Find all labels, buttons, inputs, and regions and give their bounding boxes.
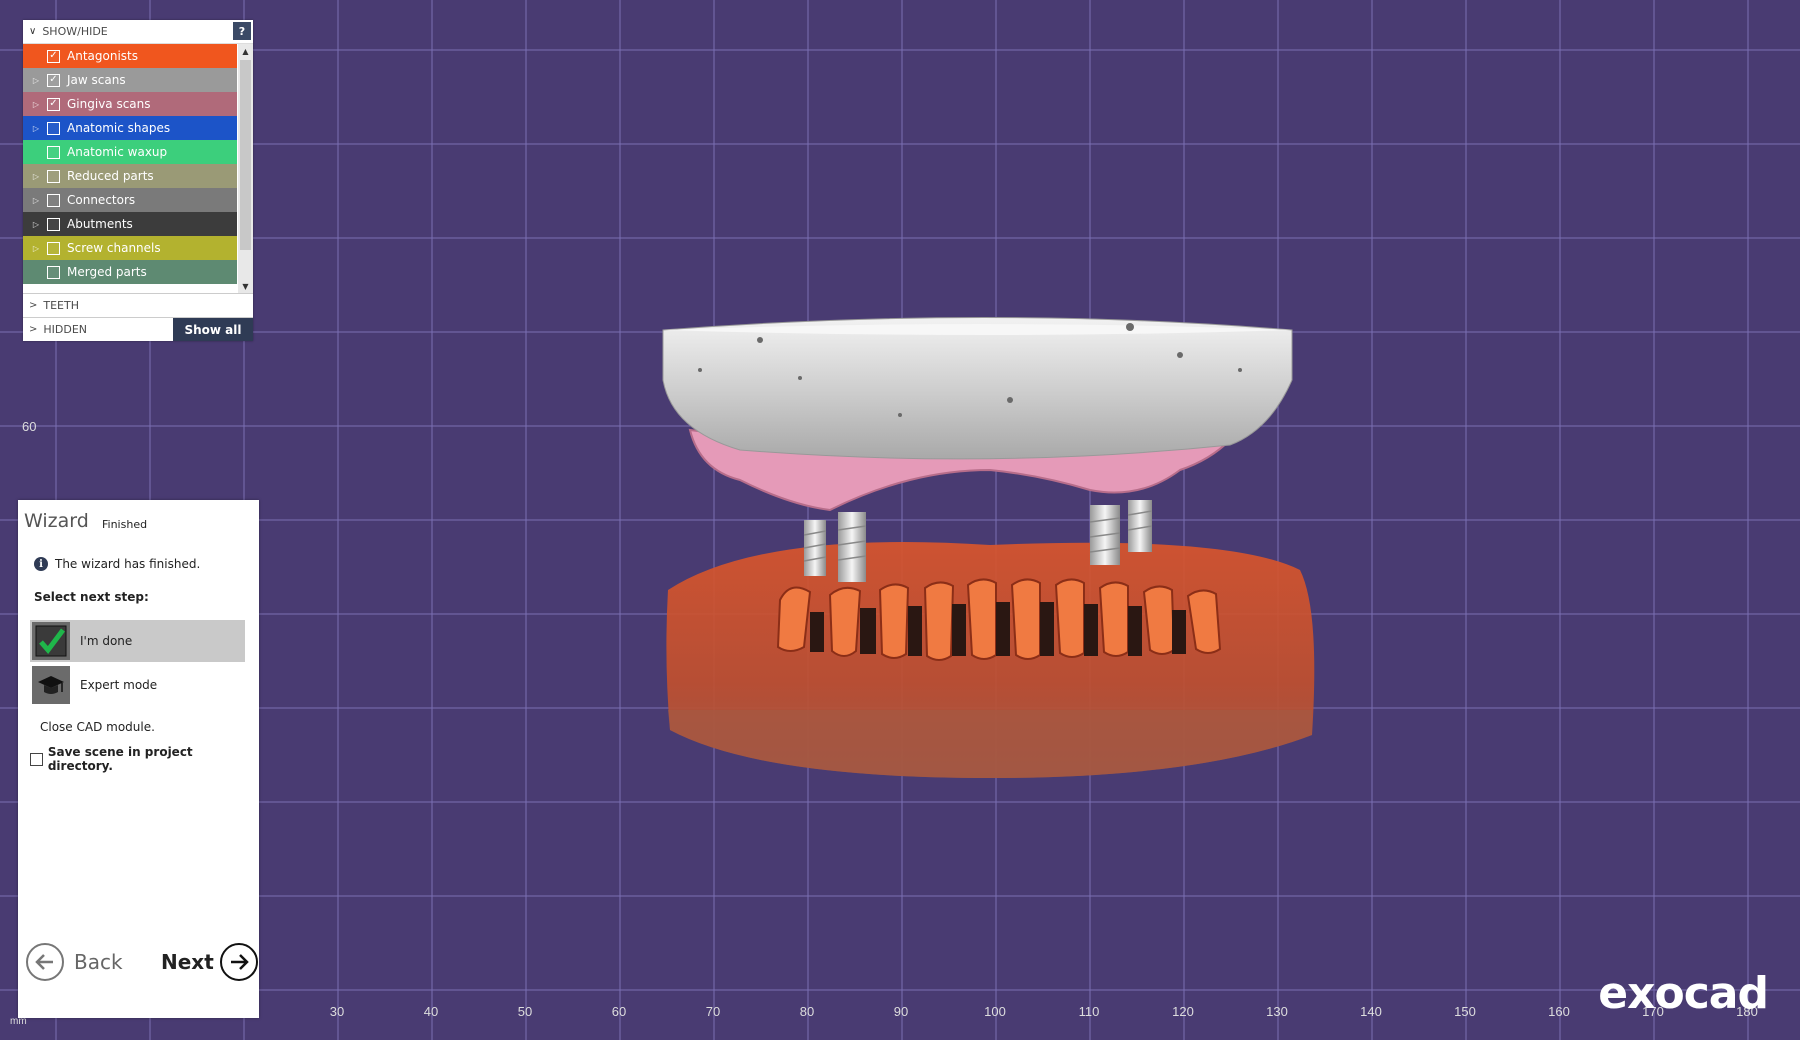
- arrow-left-icon: [26, 943, 64, 981]
- expand-arrow-icon[interactable]: ▷: [29, 100, 43, 109]
- layer-row[interactable]: ▷ Connectors: [23, 188, 237, 212]
- x-tick-label: 70: [706, 1004, 720, 1019]
- layer-row[interactable]: ▷ Anatomic shapes: [23, 116, 237, 140]
- layer-row[interactable]: ✓ Antagonists: [23, 44, 237, 68]
- x-tick-label: 90: [894, 1004, 908, 1019]
- layer-label: Screw channels: [67, 241, 161, 255]
- option-label: Expert mode: [80, 678, 158, 692]
- graduation-cap-icon: [32, 666, 70, 704]
- layer-label: Gingiva scans: [67, 97, 151, 111]
- layer-checkbox[interactable]: [47, 193, 60, 207]
- save-scene-label: Save scene in project directory.: [47, 745, 193, 773]
- show-hide-title: SHOW/HIDE: [42, 25, 108, 38]
- layer-label: Jaw scans: [67, 73, 126, 87]
- back-label: Back: [74, 950, 123, 974]
- info-icon: i: [34, 557, 48, 571]
- layer-row[interactable]: ▷ ✓ Jaw scans: [23, 68, 237, 92]
- layer-label: Abutments: [67, 217, 133, 231]
- x-tick-label: 160: [1548, 1004, 1570, 1019]
- layer-row[interactable]: ▷ Reduced parts: [23, 164, 237, 188]
- chevron-down-icon: ∨: [29, 26, 37, 37]
- teeth-label: TEETH: [43, 299, 80, 312]
- expand-arrow-icon[interactable]: ▷: [29, 124, 43, 133]
- wizard-info: i The wizard has finished.: [34, 557, 200, 571]
- checkbox[interactable]: [30, 752, 43, 766]
- save-scene-checkbox[interactable]: Save scene in project directory.: [30, 745, 259, 773]
- x-tick-label: 130: [1266, 1004, 1288, 1019]
- show-hide-panel: ∨ SHOW/HIDE ? ✓ Antagonists ▷ ✓ Jaw scans ▷ ✓ G…: [23, 20, 253, 341]
- x-tick-label: 30: [330, 1004, 344, 1019]
- x-tick-label: 140: [1360, 1004, 1382, 1019]
- layer-checkbox[interactable]: ✓: [47, 49, 60, 63]
- x-tick-label: 120: [1172, 1004, 1194, 1019]
- layer-checkbox[interactable]: [47, 241, 60, 255]
- next-button[interactable]: Next: [161, 943, 258, 981]
- layer-row[interactable]: Merged parts: [23, 260, 237, 284]
- wizard-panel: Wizard Finished i The wizard has finishe…: [18, 500, 259, 1018]
- wizard-title: Wizard: [24, 510, 89, 532]
- next-label: Next: [161, 950, 214, 974]
- layer-row[interactable]: ▷ Screw channels: [23, 236, 237, 260]
- checkmark-icon: [32, 622, 70, 660]
- layer-label: Antagonists: [67, 49, 138, 63]
- layer-row[interactable]: Anatomic waxup: [23, 140, 237, 164]
- layer-label: Connectors: [67, 193, 136, 207]
- layer-checkbox[interactable]: [47, 145, 60, 159]
- layer-checkbox[interactable]: [47, 169, 60, 183]
- layer-list: ✓ Antagonists ▷ ✓ Jaw scans ▷ ✓ Gingiva scans ▷ A…: [23, 44, 253, 293]
- layer-checkbox[interactable]: ✓: [47, 73, 60, 87]
- x-tick-label: 40: [424, 1004, 438, 1019]
- scroll-thumb[interactable]: [240, 60, 251, 250]
- option-expert-mode[interactable]: Expert mode: [30, 664, 245, 706]
- x-tick-label: 110: [1079, 1004, 1100, 1019]
- expand-arrow-icon[interactable]: ▷: [29, 196, 43, 205]
- arrow-right-icon: [219, 943, 258, 981]
- close-cad-module-text: Close CAD module.: [40, 720, 155, 734]
- layer-label: Anatomic shapes: [67, 121, 171, 135]
- scroll-down-arrow-icon[interactable]: ▼: [238, 279, 253, 293]
- x-tick-label: 80: [800, 1004, 814, 1019]
- help-button[interactable]: ?: [233, 22, 251, 40]
- exocad-logo: exocad: [1598, 968, 1769, 1019]
- teeth-section[interactable]: > TEETH: [23, 293, 253, 317]
- layer-label: Merged parts: [67, 265, 147, 279]
- expand-arrow-icon[interactable]: ▷: [29, 244, 43, 253]
- wizard-info-text: The wizard has finished.: [55, 557, 201, 571]
- show-all-button[interactable]: Show all: [173, 318, 253, 341]
- chevron-right-icon: >: [29, 324, 38, 335]
- y-tick-label: 60: [22, 419, 36, 434]
- expand-arrow-icon[interactable]: ▷: [29, 172, 43, 181]
- expand-arrow-icon[interactable]: ▷: [29, 220, 43, 229]
- layer-checkbox[interactable]: [47, 217, 60, 231]
- back-button[interactable]: Back: [26, 943, 123, 981]
- layer-row[interactable]: ▷ ✓ Gingiva scans: [23, 92, 237, 116]
- x-tick-label: 150: [1454, 1004, 1476, 1019]
- scroll-up-arrow-icon[interactable]: ▲: [238, 44, 253, 58]
- x-tick-label: 50: [518, 1004, 532, 1019]
- layer-checkbox[interactable]: ✓: [47, 97, 60, 111]
- hidden-section[interactable]: > HIDDEN Show all: [23, 317, 253, 341]
- layer-label: Reduced parts: [67, 169, 154, 183]
- option-label: I'm done: [80, 634, 133, 648]
- wizard-status: Finished: [102, 518, 148, 531]
- hidden-label: HIDDEN: [43, 323, 88, 336]
- layer-list-scrollbar[interactable]: ▲ ▼: [238, 44, 253, 293]
- upper-jaw-scan[interactable]: [662, 317, 1293, 460]
- expand-arrow-icon[interactable]: ▷: [29, 76, 43, 85]
- layer-checkbox[interactable]: [47, 121, 60, 135]
- show-hide-header[interactable]: ∨ SHOW/HIDE ?: [23, 20, 253, 44]
- chevron-right-icon: >: [29, 300, 38, 311]
- grid-lines: [0, 0, 1800, 1040]
- option-im-done[interactable]: I'm done: [30, 620, 245, 662]
- layer-row[interactable]: ▷ Abutments: [23, 212, 237, 236]
- lower-jaw-scan[interactable]: [666, 542, 1315, 778]
- layer-label: Anatomic waxup: [67, 145, 168, 159]
- x-tick-label: 100: [984, 1004, 1006, 1019]
- x-tick-label: 60: [612, 1004, 626, 1019]
- 3d-viewport[interactable]: 30 40 50 60 70 80 90 100 110 120 130 140 150 160 170 18…: [0, 0, 1800, 1040]
- layer-checkbox[interactable]: [47, 265, 60, 279]
- select-next-step-label: Select next step:: [34, 590, 149, 604]
